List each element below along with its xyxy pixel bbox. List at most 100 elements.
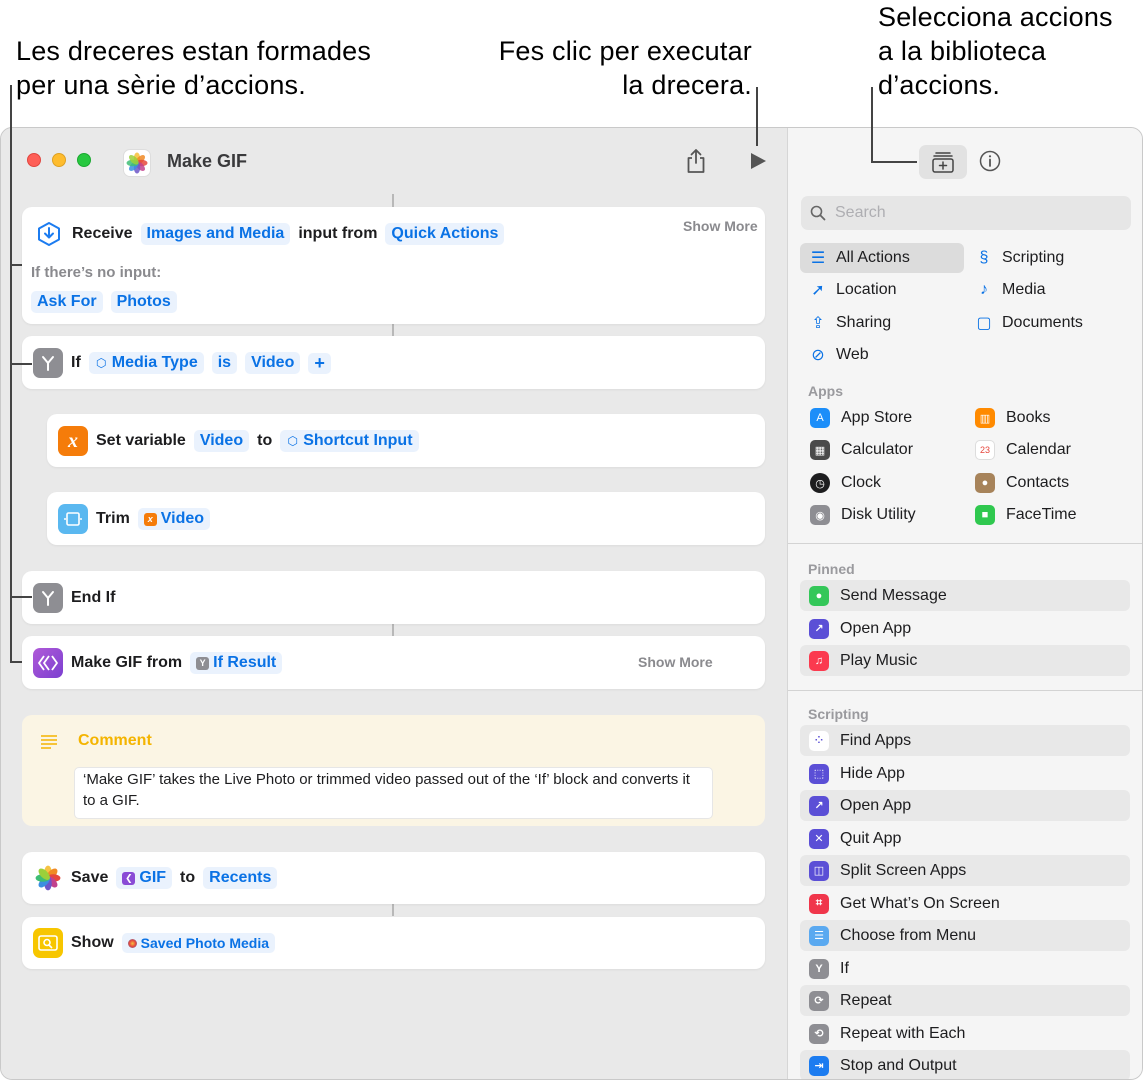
to-label: to (180, 869, 196, 886)
gif-token[interactable]: ❮ GIF (116, 867, 173, 889)
calculator-icon: ▦ (810, 440, 830, 460)
comment-text-field[interactable]: ‘Make GIF’ takes the Live Photo or trimm… (74, 767, 713, 819)
if-result-label: If Result (213, 654, 277, 671)
scripting-action-get-whats-on-screen[interactable]: ⌗ Get What’s On Screen (800, 888, 1130, 919)
callout-line: Les dreceres estan formades (16, 36, 372, 66)
end-if-action-card[interactable]: End If (22, 571, 765, 624)
make-gif-icon: ❮ (122, 871, 136, 885)
category-location[interactable]: ➚ Location (808, 275, 896, 305)
saved-photo-media-token[interactable]: Saved Photo Media (121, 933, 276, 953)
close-window-button[interactable] (27, 153, 41, 167)
if-action-card[interactable]: If ⬡ Media Type is Video + (22, 336, 765, 389)
trim-video-token[interactable]: x Video (137, 508, 211, 530)
if-result-token[interactable]: Y If Result (190, 652, 283, 674)
action-library-button[interactable] (919, 145, 967, 179)
app-item-facetime[interactable]: ■ FaceTime (975, 501, 1077, 529)
share-icon[interactable] (685, 148, 707, 174)
condition-value-token[interactable]: Video (245, 352, 301, 374)
receive-label: Receive (72, 225, 133, 242)
music-note-icon: ♫ (809, 650, 829, 671)
action-label: Quit App (840, 829, 902, 847)
if-branch-icon (33, 583, 63, 613)
comment-action-card[interactable]: Comment ‘Make GIF’ takes the Live Photo … (22, 715, 765, 826)
search-input[interactable]: Search (801, 196, 1131, 230)
show-more-button[interactable]: Show More (683, 218, 758, 234)
app-item-calculator[interactable]: ▦ Calculator (810, 436, 913, 464)
media-type-token[interactable]: ⬡ Media Type (88, 352, 204, 374)
show-more-button[interactable]: Show More (638, 654, 713, 670)
input-source-token[interactable]: Quick Actions (385, 223, 505, 245)
action-label: Get What’s On Screen (840, 894, 1000, 912)
run-play-icon[interactable] (749, 152, 767, 170)
category-documents[interactable]: ▢ Documents (974, 308, 1082, 338)
sidebar-divider (788, 690, 1142, 691)
location-arrow-icon: ➚ (811, 282, 825, 299)
repeat-icon: ⟳ (809, 990, 829, 1011)
make-gif-label: Make GIF from (71, 654, 183, 671)
set-variable-action-card[interactable]: x Set variable Video to ⬡ Shortcut Input (47, 414, 765, 467)
pinned-action-send-message[interactable]: ● Send Message (800, 580, 1130, 611)
scripting-action-open-app[interactable]: ↗ Open App (800, 790, 1130, 821)
app-item-clock[interactable]: ◷ Clock (810, 469, 881, 497)
receive-action-card[interactable]: Receive Images and Media input from Quic… (22, 207, 765, 324)
zoom-window-button[interactable] (77, 153, 91, 167)
condition-operator-token[interactable]: is (211, 352, 238, 374)
flow-connector (392, 904, 394, 916)
shortcut-input-token[interactable]: ⬡ Shortcut Input (280, 430, 419, 452)
input-from-label: input from (298, 225, 378, 242)
action-label: Play Music (840, 651, 918, 669)
app-item-books[interactable]: ▥ Books (975, 404, 1050, 432)
variable-name-token[interactable]: Video (193, 430, 250, 452)
category-media[interactable]: ♪ Media (974, 275, 1046, 305)
app-item-contacts[interactable]: ● Contacts (975, 469, 1069, 497)
category-label: Web (836, 346, 869, 363)
category-sharing[interactable]: ⇪ Sharing (808, 308, 891, 338)
callout-leader-tick (10, 661, 22, 663)
trim-label: Trim (96, 510, 130, 527)
action-label: Stop and Output (840, 1056, 957, 1074)
scripting-action-repeat-with-each[interactable]: ⟲ Repeat with Each (800, 1018, 1130, 1049)
show-action-card[interactable]: Show Saved Photo Media (22, 917, 765, 969)
pinned-action-play-music[interactable]: ♫ Play Music (800, 645, 1130, 676)
ask-for-token[interactable]: Ask For (31, 291, 103, 313)
scripting-action-find-apps[interactable]: ⁘ Find Apps (800, 725, 1130, 756)
minimize-window-button[interactable] (52, 153, 66, 167)
app-item-disk-utility[interactable]: ◉ Disk Utility (810, 501, 916, 529)
variable-x-icon: x (58, 426, 88, 456)
comment-title: Comment (78, 732, 152, 749)
make-gif-action-card[interactable]: Make GIF from Y If Result Show More (22, 636, 765, 689)
variable-icon: ⬡ (287, 434, 298, 448)
app-item-calendar[interactable]: 23 Calendar (975, 436, 1071, 464)
input-type-token[interactable]: Images and Media (140, 223, 291, 245)
info-icon[interactable] (979, 150, 1001, 172)
add-condition-button[interactable]: + (308, 352, 331, 374)
to-label: to (257, 432, 273, 449)
scripting-action-repeat[interactable]: ⟳ Repeat (800, 985, 1130, 1016)
variable-icon: ⬡ (96, 356, 107, 370)
category-web[interactable]: ⊘ Web (808, 340, 869, 370)
hide-app-icon: ⬚ (809, 763, 829, 784)
search-icon (810, 205, 826, 221)
shortcut-title: Make GIF (167, 151, 248, 171)
split-screen-icon: ◫ (809, 860, 829, 881)
trim-action-card[interactable]: Trim x Video (47, 492, 765, 545)
save-action-card[interactable]: Save ❮ GIF to Recents (22, 852, 765, 904)
pinned-action-open-app[interactable]: ↗ Open App (800, 613, 1130, 644)
app-item-app-store[interactable]: A App Store (810, 404, 912, 432)
scripting-action-split-screen-apps[interactable]: ◫ Split Screen Apps (800, 855, 1130, 886)
recents-album-token[interactable]: Recents (203, 867, 278, 889)
callout-leader-tick (10, 264, 22, 266)
find-apps-grid-icon: ⁘ (809, 730, 829, 751)
scripting-action-if[interactable]: Y If (800, 953, 1130, 984)
app-label: Contacts (1006, 474, 1070, 491)
scripting-action-stop-and-output[interactable]: ⇥ Stop and Output (800, 1050, 1130, 1079)
if-label: If (71, 354, 81, 371)
category-all-actions[interactable]: ☰ All Actions (800, 243, 964, 273)
scripting-action-quit-app[interactable]: ✕ Quit App (800, 823, 1130, 854)
category-scripting[interactable]: § Scripting (974, 243, 1065, 273)
photos-token[interactable]: Photos (110, 291, 177, 313)
app-store-icon: A (810, 408, 830, 428)
scripting-action-hide-app[interactable]: ⬚ Hide App (800, 758, 1130, 789)
scripting-action-choose-from-menu[interactable]: ☰ Choose from Menu (800, 920, 1130, 951)
calendar-icon: 23 (975, 440, 995, 460)
